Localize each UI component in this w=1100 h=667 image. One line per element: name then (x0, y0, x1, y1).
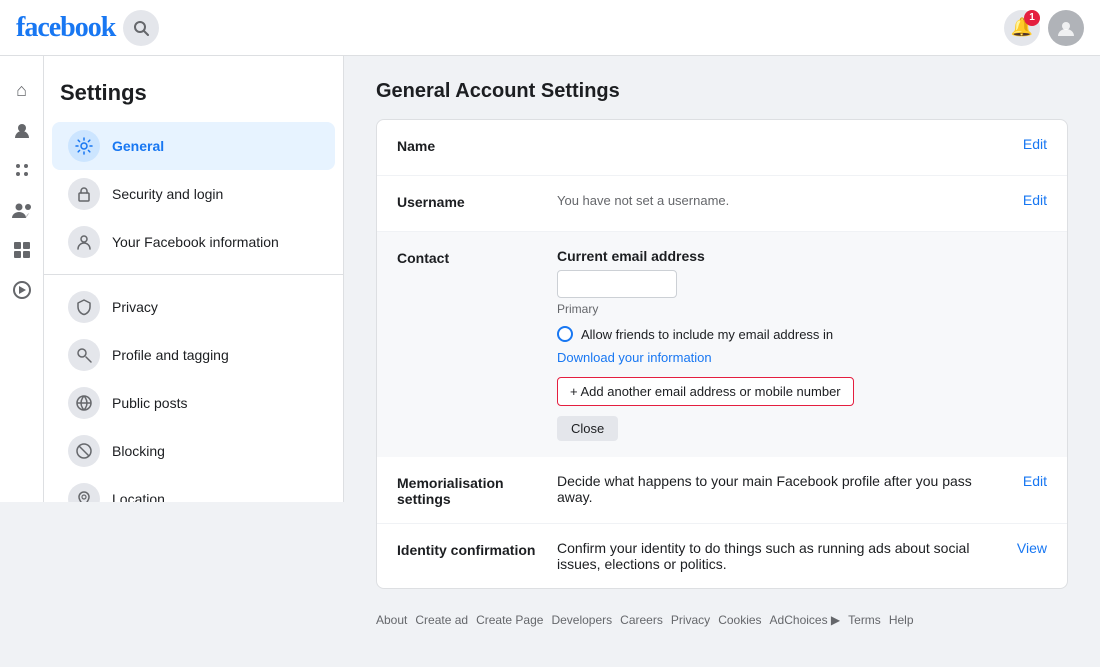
privacy-icon (68, 291, 100, 323)
memorialisation-text: Decide what happens to your main Faceboo… (557, 473, 972, 505)
username-label: Username (397, 192, 557, 210)
settings-sidebar: Settings General Security and login (44, 56, 344, 502)
add-email-button[interactable]: + Add another email address or mobile nu… (557, 377, 854, 406)
current-email-label: Current email address (557, 248, 1047, 264)
footer-adchoices[interactable]: AdChoices ▶ (770, 613, 841, 627)
facebook-logo: facebook (16, 12, 115, 44)
sidebar-label-fb-info: Your Facebook information (112, 234, 279, 250)
sidebar-item-general[interactable]: General (52, 122, 335, 170)
nav-groups[interactable] (4, 232, 40, 268)
username-content: You have not set a username. (557, 192, 1007, 208)
memorialisation-row: Memorialisation settings Decide what hap… (377, 457, 1067, 524)
sidebar-title: Settings (44, 72, 343, 122)
sidebar-label-profile-tagging: Profile and tagging (112, 347, 229, 363)
name-label: Name (397, 136, 557, 154)
add-email-btn-wrapper: + Add another email address or mobile nu… (557, 377, 1047, 416)
close-button[interactable]: Close (557, 416, 618, 441)
footer-create-ad[interactable]: Create ad (415, 613, 468, 627)
sidebar-label-privacy: Privacy (112, 299, 158, 315)
sidebar-item-public-posts[interactable]: Public posts (52, 379, 335, 427)
icon-nav: ⌂ (0, 56, 44, 502)
sidebar-label-location: Location (112, 491, 165, 502)
nav-home[interactable]: ⌂ (4, 72, 40, 108)
allow-email-checkbox-row: Allow friends to include my email addres… (557, 326, 1047, 342)
topnav-right: 🔔 1 (1004, 10, 1084, 46)
public-posts-icon (68, 387, 100, 419)
nav-profile[interactable] (4, 112, 40, 148)
username-row: Username You have not set a username. Ed… (377, 176, 1067, 232)
download-info-link[interactable]: Download your information (557, 350, 1047, 365)
memorialisation-content: Decide what happens to your main Faceboo… (557, 473, 1007, 505)
nav-menu[interactable] (4, 152, 40, 188)
identity-view-button[interactable]: View (1017, 540, 1047, 556)
footer-careers[interactable]: Careers (620, 613, 663, 627)
location-icon (68, 483, 100, 502)
identity-label: Identity confirmation (397, 540, 557, 558)
sidebar-item-privacy[interactable]: Privacy (52, 283, 335, 331)
primary-label: Primary (557, 302, 1047, 316)
sidebar-item-profile-tagging[interactable]: Profile and tagging (52, 331, 335, 379)
account-avatar-button[interactable] (1048, 10, 1084, 46)
sidebar-item-security[interactable]: Security and login (52, 170, 335, 218)
footer-terms[interactable]: Terms (848, 613, 881, 627)
email-input[interactable] (557, 270, 677, 298)
name-edit-button[interactable]: Edit (1023, 136, 1047, 152)
footer-about[interactable]: About (376, 613, 407, 627)
footer-help[interactable]: Help (889, 613, 914, 627)
sidebar-divider-1 (44, 274, 343, 275)
footer-create-page[interactable]: Create Page (476, 613, 543, 627)
sidebar-item-fb-info[interactable]: Your Facebook information (52, 218, 335, 266)
footer-cookies[interactable]: Cookies (718, 613, 761, 627)
page-title: General Account Settings (376, 80, 1068, 103)
page-layout: ⌂ Settings General (0, 56, 1100, 667)
name-row: Name Edit (377, 120, 1067, 176)
allow-email-radio[interactable] (557, 326, 573, 342)
sidebar-label-blocking: Blocking (112, 443, 165, 459)
topnav: facebook 🔔 1 (0, 0, 1100, 56)
main-content: General Account Settings Name Edit Usern… (344, 56, 1100, 667)
contact-content: Current email address Primary Allow frie… (557, 248, 1047, 441)
footer-privacy[interactable]: Privacy (671, 613, 710, 627)
sidebar-label-public-posts: Public posts (112, 395, 187, 411)
nav-watch[interactable] (4, 272, 40, 308)
notification-badge: 1 (1024, 10, 1040, 26)
memorialisation-edit-button[interactable]: Edit (1023, 473, 1047, 489)
sidebar-label-security: Security and login (112, 186, 223, 202)
sidebar-item-location[interactable]: Location (52, 475, 335, 502)
profile-tagging-icon (68, 339, 100, 371)
footer-links: About Create ad Create Page Developers C… (376, 597, 1068, 643)
general-icon (68, 130, 100, 162)
footer-developers[interactable]: Developers (551, 613, 612, 627)
blocking-icon (68, 435, 100, 467)
nav-friends[interactable] (4, 192, 40, 228)
security-icon (68, 178, 100, 210)
identity-row: Identity confirmation Confirm your ident… (377, 524, 1067, 588)
topnav-left: facebook (16, 10, 159, 46)
name-card: Name Edit Username You have not set a us… (376, 119, 1068, 589)
allow-email-text: Allow friends to include my email addres… (581, 327, 833, 342)
notifications-button[interactable]: 🔔 1 (1004, 10, 1040, 46)
sidebar-label-general: General (112, 138, 164, 154)
identity-text: Confirm your identity to do things such … (557, 540, 969, 572)
identity-content: Confirm your identity to do things such … (557, 540, 1001, 572)
fb-info-icon (68, 226, 100, 258)
username-edit-button[interactable]: Edit (1023, 192, 1047, 208)
contact-row: Contact Current email address Primary Al… (377, 232, 1067, 457)
contact-label: Contact (397, 248, 557, 266)
username-hint: You have not set a username. (557, 193, 729, 208)
search-button[interactable] (123, 10, 159, 46)
sidebar-item-blocking[interactable]: Blocking (52, 427, 335, 475)
